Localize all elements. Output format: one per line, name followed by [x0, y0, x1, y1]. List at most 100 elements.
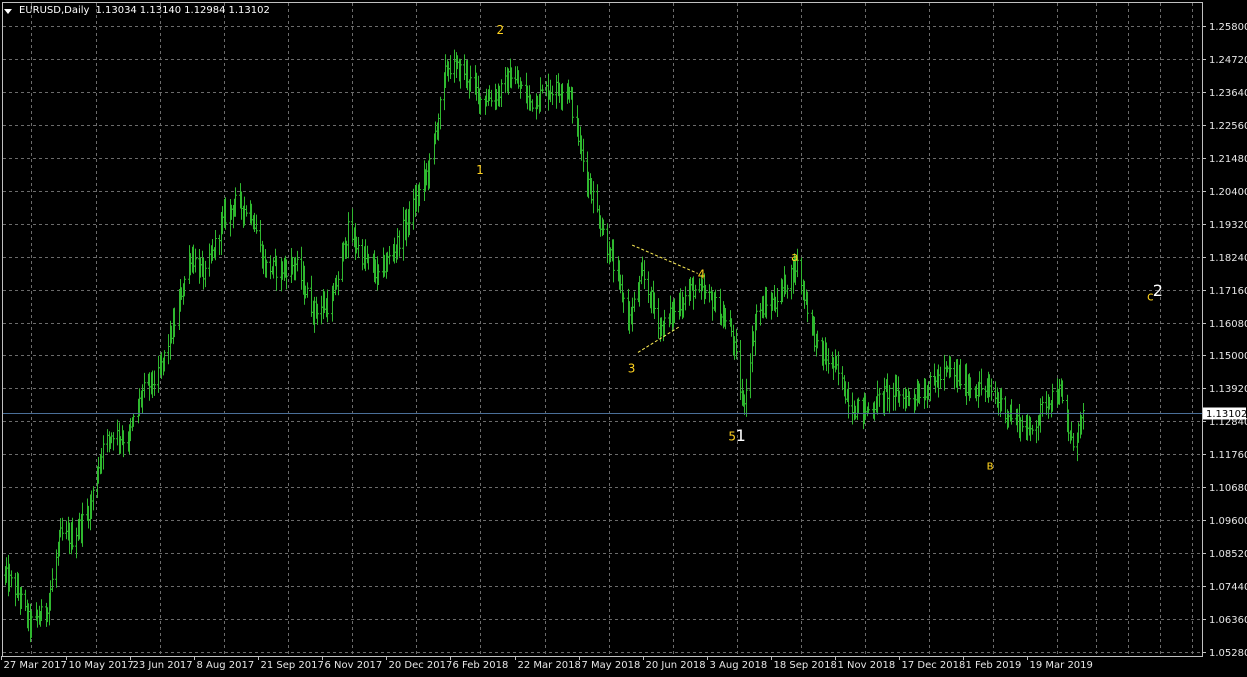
price-bar	[402, 207, 405, 261]
price-bar	[1004, 396, 1007, 424]
price-bar	[790, 264, 793, 300]
price-bar	[939, 366, 942, 389]
plot-frame	[2, 2, 1203, 657]
x-tick-label: 22 Mar 2018	[518, 660, 581, 671]
price-bar	[351, 208, 354, 243]
y-tick-label: 1.19320	[1209, 220, 1247, 231]
y-tick-label: 1.06360	[1209, 615, 1247, 626]
price-bar	[878, 387, 881, 407]
x-tick-label: 27 Mar 2017	[4, 660, 67, 671]
x-tick-label: 6 Feb 2018	[453, 660, 509, 671]
price-bar	[102, 435, 105, 470]
price-bar	[275, 255, 278, 291]
price-bar	[412, 188, 415, 230]
price-bar	[153, 370, 156, 396]
price-bar	[984, 385, 987, 402]
price-bar	[51, 568, 54, 592]
price-bar	[749, 353, 752, 399]
price-bar	[357, 237, 360, 258]
y-tick-label: 1.17160	[1209, 286, 1247, 297]
price-bar	[1021, 415, 1024, 432]
x-tick-label: 17 Dec 2018	[902, 660, 966, 671]
price-bar	[194, 248, 197, 273]
price-bar	[786, 284, 789, 299]
y-tick-label: 1.18240	[1209, 253, 1247, 264]
price-bar	[449, 55, 452, 79]
price-bar	[439, 96, 442, 130]
price-bar	[892, 382, 895, 411]
price-bar	[531, 99, 534, 112]
y-tick-label: 1.09600	[1209, 516, 1247, 527]
wave-label: 4	[698, 268, 706, 282]
y-tick-label: 1.07440	[1209, 582, 1247, 593]
price-bar	[204, 260, 207, 288]
price-bar	[10, 570, 13, 588]
chart-window[interactable]: EURUSD,Daily 1.13034 1.13140 1.12984 1.1310…	[0, 0, 1247, 677]
wave-degree-label: 2	[1153, 281, 1163, 300]
price-bar	[647, 271, 650, 303]
wave-label: 1	[476, 163, 484, 177]
price-bar	[300, 246, 303, 290]
x-tick-label: 21 Sep 2017	[261, 660, 324, 671]
x-tick-label: 20 Jun 2018	[646, 660, 706, 671]
price-bar	[245, 205, 248, 217]
price-bar	[453, 49, 456, 83]
price-bar	[776, 288, 779, 317]
price-bar	[167, 334, 170, 365]
y-tick-label: 1.05280	[1209, 648, 1247, 659]
price-bar	[745, 378, 748, 417]
x-tick-label: 18 Sep 2018	[774, 660, 837, 671]
price-bar	[337, 271, 340, 296]
price-bar	[684, 286, 687, 311]
y-tick-label: 1.10680	[1209, 483, 1247, 494]
price-bar	[596, 184, 599, 213]
price-bar	[157, 355, 160, 393]
y-tick-label: 1.08520	[1209, 549, 1247, 560]
price-chart[interactable]: 1.25800 1.24720 1.23640 1.22560 1.21480 1.204…	[0, 0, 1247, 677]
price-bar	[500, 79, 503, 107]
price-bar	[306, 282, 309, 298]
price-bar	[606, 223, 609, 264]
y-tick-label: 1.13920	[1209, 384, 1247, 395]
price-bar	[463, 54, 466, 80]
price-bar	[943, 354, 946, 391]
wave-label: 3	[628, 361, 636, 375]
price-bar	[361, 239, 364, 271]
y-tick-label: 1.20400	[1209, 187, 1247, 198]
x-tick-label: 19 Mar 2019	[1030, 660, 1093, 671]
price-bar	[116, 419, 119, 446]
price-bar	[218, 234, 221, 255]
price-bar	[643, 260, 646, 289]
price-bar	[739, 340, 742, 400]
x-tick-label: 10 May 2017	[69, 660, 134, 671]
x-tick-label: 23 Jun 2017	[133, 660, 193, 671]
y-tick-label: 1.21480	[1209, 154, 1247, 165]
price-bar	[633, 291, 636, 312]
price-bar	[902, 389, 905, 409]
price-bar	[92, 486, 95, 511]
price-bar	[708, 284, 711, 303]
price-bar	[1072, 433, 1075, 451]
price-bar	[759, 303, 762, 326]
price-bar	[800, 257, 803, 295]
x-tick-label: 7 May 2018	[582, 660, 641, 671]
price-bar	[61, 517, 64, 541]
price-bar	[551, 85, 554, 105]
price-bar	[886, 373, 889, 412]
x-tick-label: 8 Aug 2017	[197, 660, 255, 671]
wave-degree-label: 1	[736, 426, 746, 445]
price-bar	[347, 212, 350, 259]
price-bar	[657, 298, 660, 339]
current-price-label: 1.13102	[1206, 409, 1247, 420]
price-bar	[1035, 420, 1038, 444]
price-bar	[398, 230, 401, 257]
x-tick-label: 1 Nov 2018	[838, 660, 896, 671]
price-bar	[994, 381, 997, 404]
y-tick-label: 1.24720	[1209, 55, 1247, 66]
price-bar	[1082, 403, 1085, 430]
y-tick-label: 1.23640	[1209, 88, 1247, 99]
price-bar	[24, 589, 27, 611]
price-bar	[592, 181, 595, 214]
price-bar	[269, 255, 272, 280]
price-bar	[990, 378, 993, 401]
